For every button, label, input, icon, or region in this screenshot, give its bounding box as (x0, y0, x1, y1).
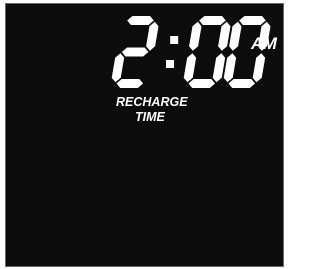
digit-segment (223, 53, 237, 83)
digit-segment (116, 79, 144, 88)
digit-segment (189, 21, 202, 51)
time-label: TIME (135, 110, 165, 124)
digit-segment (183, 53, 197, 83)
digit-segment (121, 47, 149, 57)
recharge-label: RECHARGE (116, 95, 188, 109)
digit-segment (252, 53, 266, 83)
time-digit (183, 16, 231, 88)
am-pm-indicator: AM (251, 34, 277, 53)
digit-segment (229, 21, 242, 51)
digit-segment (239, 16, 266, 25)
digit-segment (218, 21, 231, 51)
colon-dot (166, 60, 175, 68)
time-colon (166, 36, 179, 68)
digit-segment (188, 79, 216, 88)
digit-segment (199, 16, 226, 25)
time-digit (111, 16, 159, 88)
digit-segment (146, 21, 159, 51)
colon-dot (170, 36, 179, 44)
digit-segment (228, 79, 256, 88)
digit-segment (111, 53, 125, 83)
lcd-time-readout (111, 16, 271, 88)
digit-segment (127, 16, 154, 25)
digit-segment (212, 53, 226, 83)
